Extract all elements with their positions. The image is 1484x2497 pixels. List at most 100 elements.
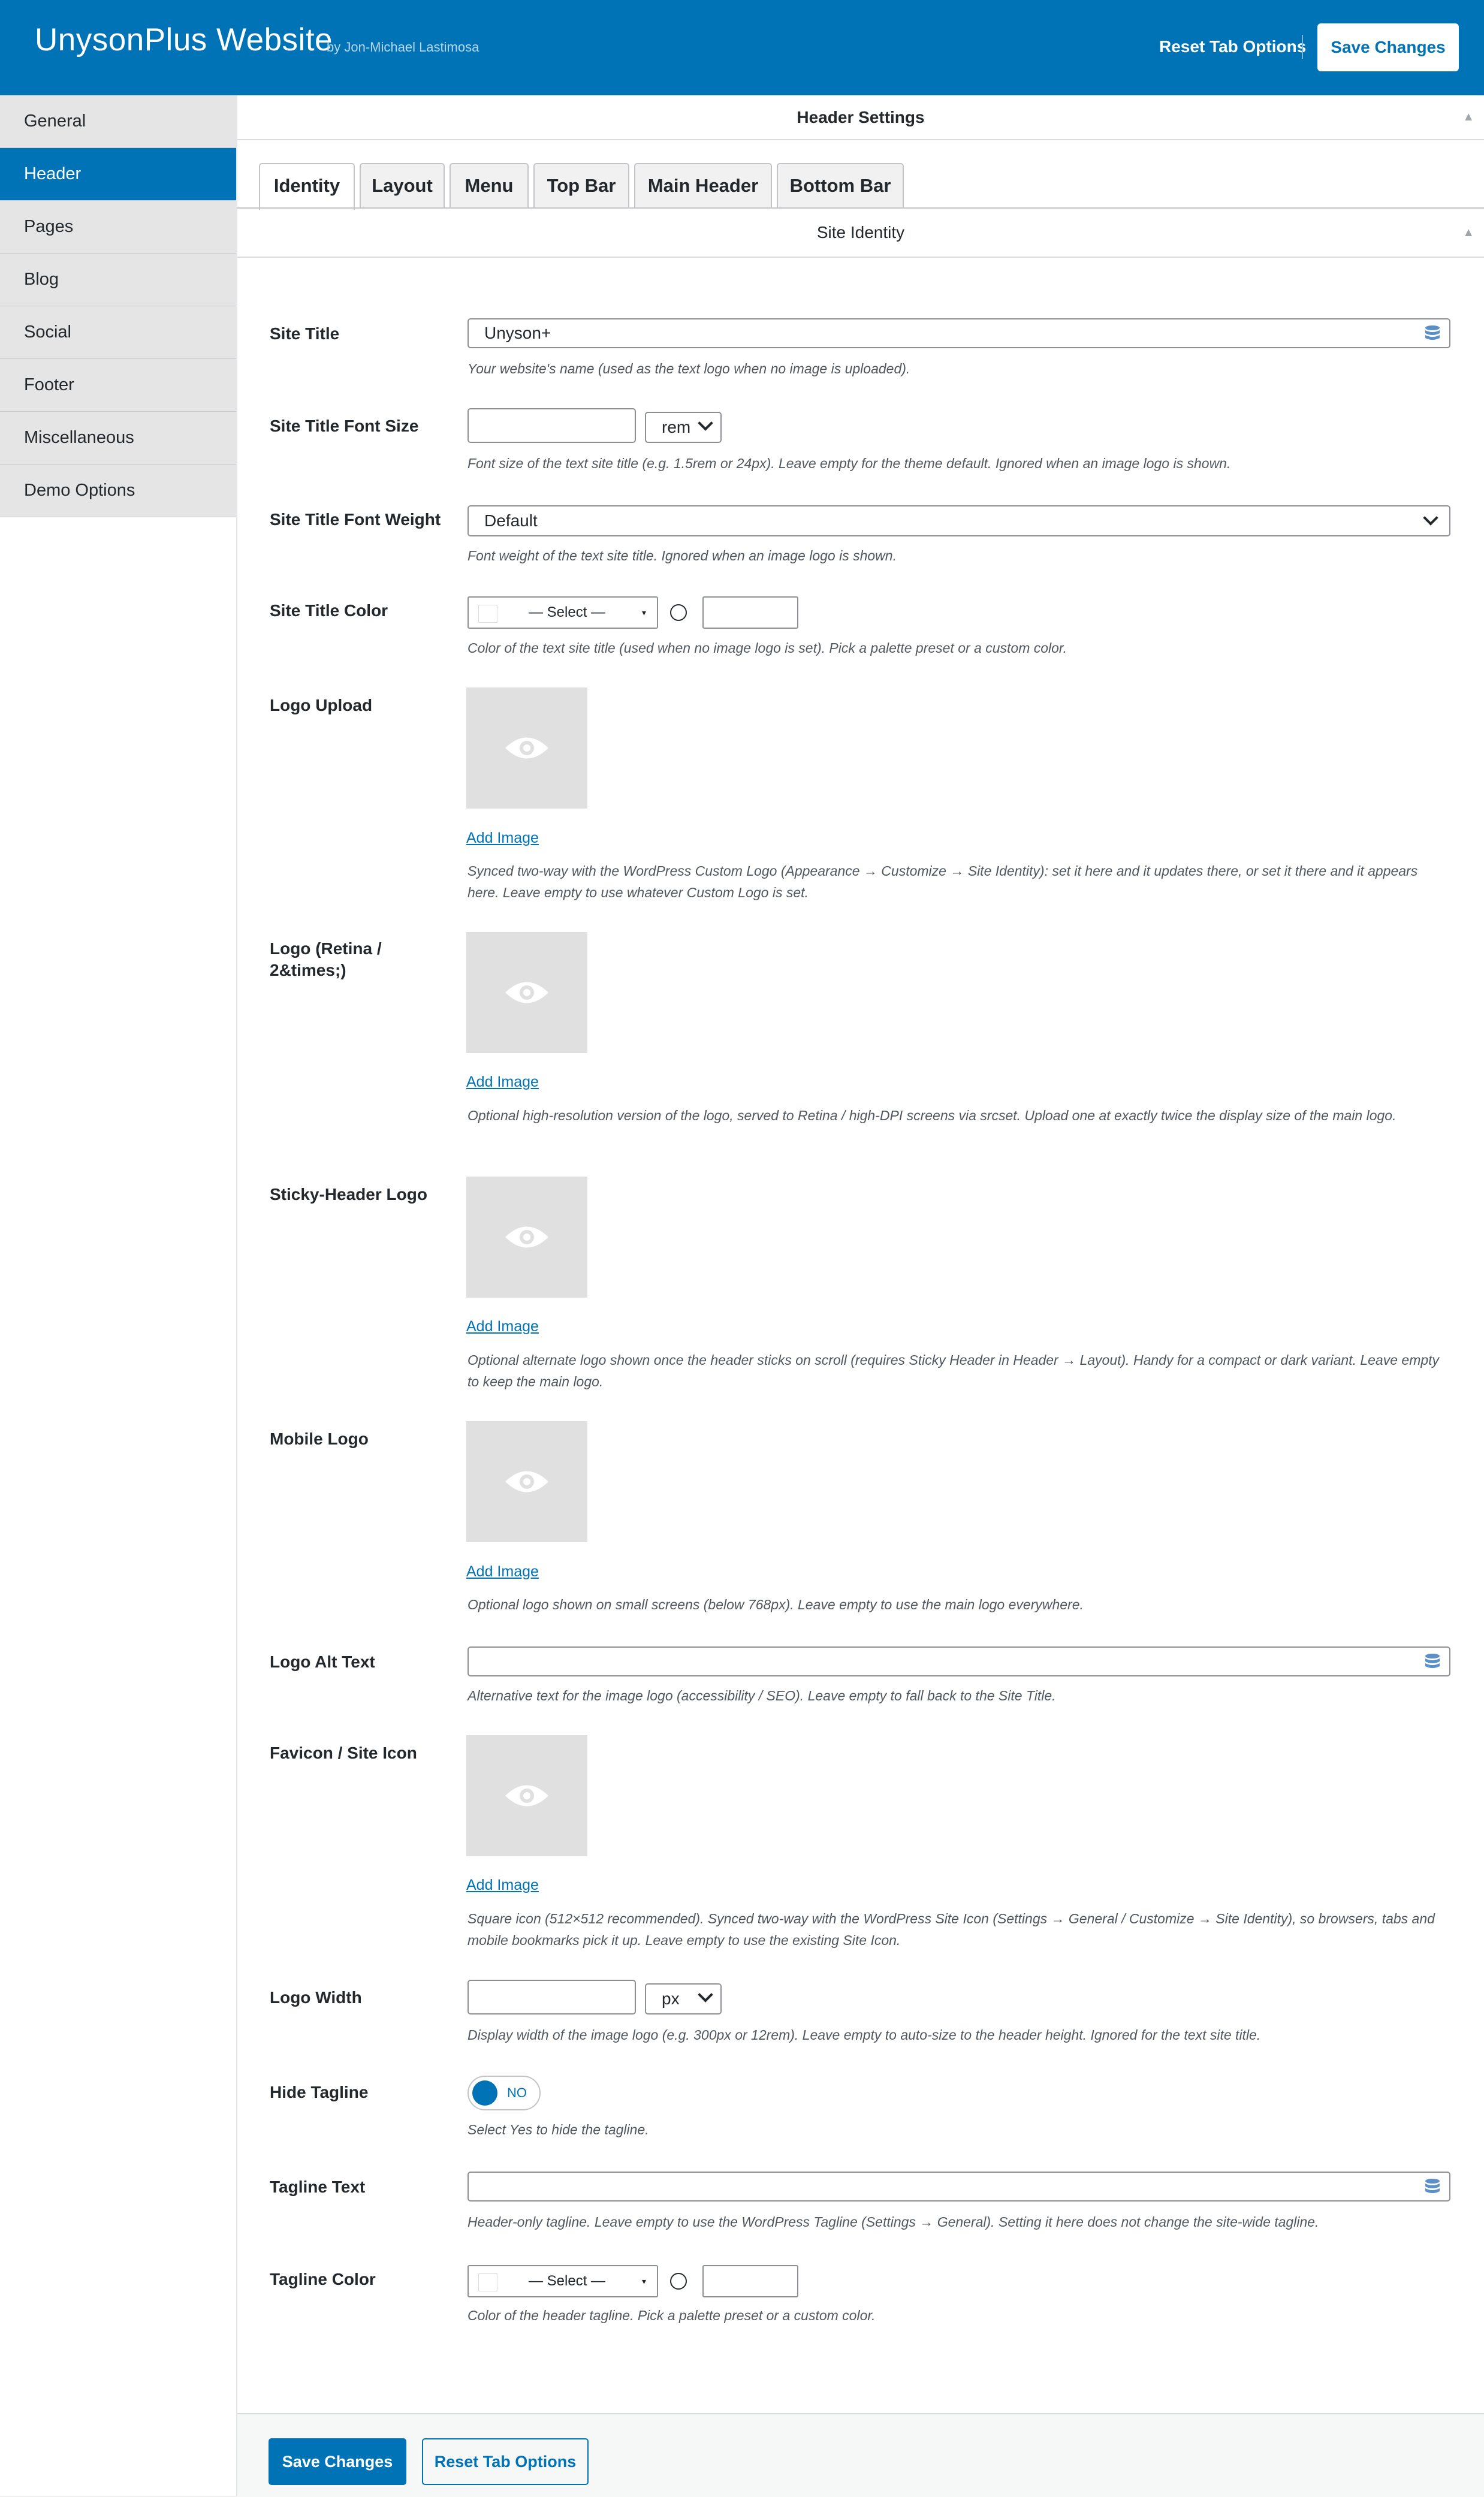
top-save-changes-button[interactable]: Save Changes bbox=[1317, 23, 1459, 71]
site-title-label: Site Title bbox=[270, 324, 340, 343]
tagline-color-preset-value: — Select — bbox=[529, 2273, 606, 2289]
tagline-text-input[interactable] bbox=[467, 2172, 1450, 2202]
toggle-knob bbox=[472, 2080, 497, 2106]
logo-width-label: Logo Width bbox=[270, 1988, 362, 2007]
tab-menu[interactable]: Menu bbox=[450, 163, 529, 207]
font-weight-label: Site Title Font Weight bbox=[270, 510, 441, 529]
tab-identity[interactable]: Identity bbox=[259, 163, 355, 210]
panel-header[interactable]: Header Settings ▲ bbox=[237, 95, 1484, 140]
logo-width-unit-value: px bbox=[662, 1989, 680, 2008]
color-swatch bbox=[478, 2273, 497, 2291]
logo-retina-desc: Optional high-resolution version of the … bbox=[467, 1108, 1396, 1123]
logo-retina-add-image-link[interactable]: Add Image bbox=[466, 1073, 539, 1091]
sticky-logo-thumbnail[interactable] bbox=[466, 1177, 587, 1298]
mobile-logo-label: Mobile Logo bbox=[270, 1430, 369, 1448]
database-icon[interactable] bbox=[1424, 1653, 1441, 1671]
sidebar-item-general[interactable]: General bbox=[0, 95, 236, 148]
header-divider bbox=[1302, 35, 1303, 59]
site-title-desc: Your website's name (used as the text lo… bbox=[467, 361, 910, 376]
database-icon[interactable] bbox=[1424, 2178, 1441, 2196]
tagline-color-desc: Color of the header tagline. Pick a pale… bbox=[467, 2308, 876, 2323]
app-byline: by Jon-Michael Lastimosa bbox=[327, 40, 479, 55]
title-color-hex-input[interactable] bbox=[702, 596, 798, 629]
color-swatch bbox=[478, 605, 497, 623]
panel-title: Header Settings bbox=[797, 108, 925, 126]
mobile-logo-thumbnail[interactable] bbox=[466, 1421, 587, 1542]
eye-icon bbox=[505, 982, 548, 1003]
logo-width-input[interactable] bbox=[467, 1980, 636, 2015]
logo-upload-add-image-link[interactable]: Add Image bbox=[466, 830, 539, 847]
font-weight-value: Default bbox=[484, 511, 538, 530]
top-reset-tab-button[interactable]: Reset Tab Options bbox=[1159, 37, 1306, 56]
sticky-logo-label: Sticky-Header Logo bbox=[270, 1185, 427, 1204]
hide-tagline-desc: Select Yes to hide the tagline. bbox=[467, 2122, 649, 2137]
sidebar-item-pages[interactable]: Pages bbox=[0, 201, 236, 254]
sticky-logo-add-image-link[interactable]: Add Image bbox=[466, 1318, 539, 1335]
app-title: UnysonPlus Website bbox=[35, 22, 333, 58]
logo-alt-label: Logo Alt Text bbox=[270, 1652, 375, 1671]
footer-save-changes-button[interactable]: Save Changes bbox=[269, 2438, 406, 2485]
section-header[interactable]: Site Identity ▲ bbox=[237, 209, 1484, 258]
font-weight-desc: Font weight of the text site title. Igno… bbox=[467, 548, 897, 563]
tagline-text-desc: Header-only tagline. Leave empty to use … bbox=[467, 2214, 1319, 2230]
collapse-arrow-icon[interactable]: ▲ bbox=[1462, 95, 1474, 139]
top-header: UnysonPlus Website by Jon-Michael Lastim… bbox=[0, 0, 1484, 95]
site-title-input[interactable]: Unyson+ bbox=[467, 318, 1450, 348]
logo-retina-thumbnail[interactable] bbox=[466, 932, 587, 1053]
font-size-label: Site Title Font Size bbox=[270, 417, 419, 435]
hide-tagline-label: Hide Tagline bbox=[270, 2083, 369, 2101]
tab-bottom-bar[interactable]: Bottom Bar bbox=[777, 163, 904, 207]
mobile-logo-add-image-link[interactable]: Add Image bbox=[466, 1563, 539, 1581]
font-size-desc: Font size of the text site title (e.g. 1… bbox=[467, 456, 1231, 471]
database-icon[interactable] bbox=[1424, 325, 1441, 343]
tab-main-header[interactable]: Main Header bbox=[634, 163, 772, 207]
hide-tagline-toggle[interactable]: NO bbox=[467, 2076, 541, 2110]
title-color-preset-value: — Select — bbox=[529, 604, 606, 620]
sidebar-item-header[interactable]: Header bbox=[0, 148, 236, 201]
favicon-thumbnail[interactable] bbox=[466, 1735, 587, 1856]
sidebar-item-blog[interactable]: Blog bbox=[0, 254, 236, 306]
favicon-add-image-link[interactable]: Add Image bbox=[466, 1877, 539, 1894]
favicon-desc: Square icon (512×512 recommended). Synce… bbox=[467, 1911, 1435, 1948]
tagline-color-label: Tagline Color bbox=[270, 2270, 376, 2288]
tab-top-bar[interactable]: Top Bar bbox=[533, 163, 629, 207]
font-size-input[interactable] bbox=[467, 408, 636, 443]
site-title-value: Unyson+ bbox=[484, 324, 551, 342]
chevron-down-icon bbox=[698, 415, 713, 431]
sidebar-item-footer[interactable]: Footer bbox=[0, 359, 236, 412]
font-size-unit-select[interactable]: rem bbox=[645, 412, 722, 443]
eye-icon bbox=[505, 1785, 548, 1807]
font-weight-select[interactable]: Default bbox=[467, 505, 1450, 536]
logo-alt-desc: Alternative text for the image logo (acc… bbox=[467, 1688, 1056, 1703]
logo-alt-input[interactable] bbox=[467, 1646, 1450, 1676]
title-color-label: Site Title Color bbox=[270, 601, 388, 620]
title-color-preset-select[interactable]: — Select — ▾ bbox=[467, 596, 658, 629]
custom-color-radio[interactable] bbox=[670, 604, 687, 621]
tagline-color-preset-select[interactable]: — Select — ▾ bbox=[467, 2265, 658, 2297]
tab-layout[interactable]: Layout bbox=[360, 163, 445, 207]
tagline-text-label: Tagline Text bbox=[270, 2178, 366, 2196]
sticky-logo-desc: Optional alternate logo shown once the h… bbox=[467, 1352, 1440, 1389]
main-panel: Header Settings ▲ Identity Layout Menu T… bbox=[237, 95, 1484, 2497]
logo-upload-desc: Synced two-way with the WordPress Custom… bbox=[467, 863, 1418, 900]
sidebar-item-miscellaneous[interactable]: Miscellaneous bbox=[0, 412, 236, 465]
mobile-logo-desc: Optional logo shown on small screens (be… bbox=[467, 1597, 1084, 1612]
custom-color-radio[interactable] bbox=[670, 2273, 687, 2290]
sidebar-item-social[interactable]: Social bbox=[0, 306, 236, 359]
logo-width-desc: Display width of the image logo (e.g. 30… bbox=[467, 2027, 1261, 2043]
logo-retina-label: Logo (Retina / 2&times;) bbox=[270, 939, 382, 979]
dropdown-arrow-icon: ▾ bbox=[641, 2276, 646, 2286]
favicon-label: Favicon / Site Icon bbox=[270, 1744, 417, 1762]
logo-width-unit-select[interactable]: px bbox=[645, 1983, 722, 2015]
footer-reset-tab-button[interactable]: Reset Tab Options bbox=[422, 2438, 589, 2485]
eye-icon bbox=[505, 1471, 548, 1492]
toggle-state-text: NO bbox=[507, 2085, 527, 2100]
collapse-arrow-icon[interactable]: ▲ bbox=[1462, 209, 1474, 257]
logo-upload-label: Logo Upload bbox=[270, 696, 373, 714]
font-size-unit-value: rem bbox=[662, 418, 691, 436]
title-color-desc: Color of the text site title (used when … bbox=[467, 640, 1067, 656]
sidebar-item-demo-options[interactable]: Demo Options bbox=[0, 465, 236, 517]
tagline-color-hex-input[interactable] bbox=[702, 2265, 798, 2297]
logo-upload-thumbnail[interactable] bbox=[466, 687, 587, 809]
eye-icon bbox=[505, 1226, 548, 1248]
